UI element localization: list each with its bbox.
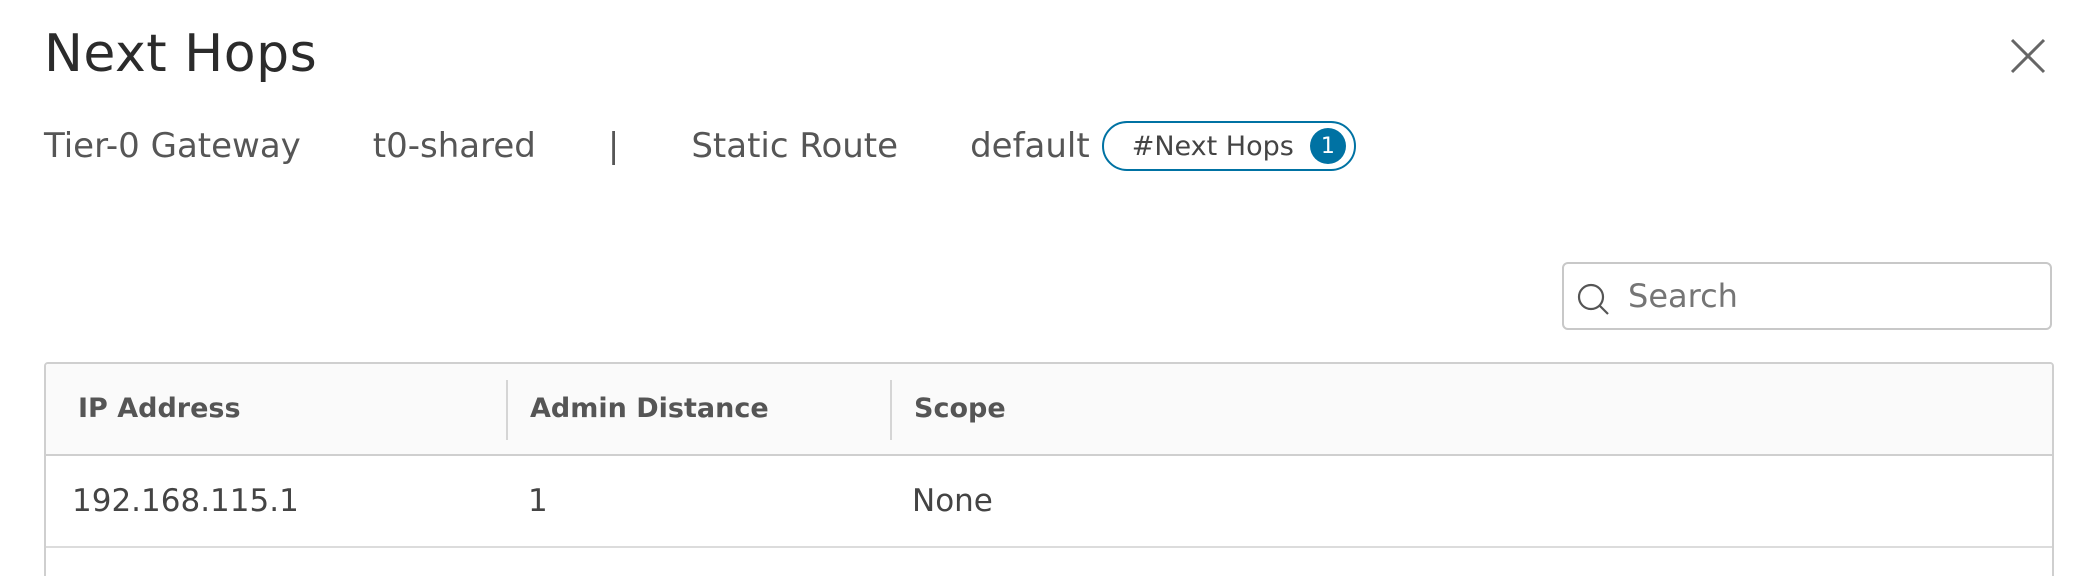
column-resize-handle[interactable] [890, 380, 892, 440]
breadcrumb-separator: | [607, 126, 620, 166]
column-header-scope[interactable]: Scope [914, 364, 1006, 454]
search-box[interactable] [1562, 262, 2052, 330]
modal-title: Next Hops [44, 24, 318, 84]
cell-ip-address: 192.168.115.1 [72, 483, 299, 519]
route-name: default [970, 126, 1090, 166]
route-type: Static Route [691, 126, 899, 166]
column-header-admin-distance[interactable]: Admin Distance [530, 364, 769, 454]
column-resize-handle[interactable] [506, 380, 508, 440]
next-hops-table: IP Address Admin Distance Scope 192.168.… [44, 362, 2054, 576]
gateway-type: Tier-0 Gateway [44, 126, 301, 166]
next-hops-modal: Next Hops Tier-0 Gateway t0-shared | Sta… [0, 0, 2095, 576]
breadcrumb: Tier-0 Gateway t0-shared | Static Route … [44, 118, 1356, 174]
next-hops-count-badge[interactable]: #Next Hops 1 [1101, 121, 1356, 171]
close-icon [2010, 38, 2046, 74]
next-hops-badge-label: #Next Hops [1131, 130, 1294, 162]
column-header-ip-address[interactable]: IP Address [78, 364, 241, 454]
table-header: IP Address Admin Distance Scope [46, 364, 2052, 456]
search-icon [1577, 283, 1609, 315]
cell-scope: None [912, 483, 993, 519]
cell-admin-distance: 1 [528, 483, 548, 519]
next-hops-badge-count: 1 [1309, 128, 1346, 164]
table-row[interactable]: 192.168.115.1 1 None [46, 456, 2052, 548]
search-input[interactable] [1628, 264, 2038, 328]
gateway-name: t0-shared [372, 126, 536, 166]
close-button[interactable] [2006, 34, 2050, 78]
